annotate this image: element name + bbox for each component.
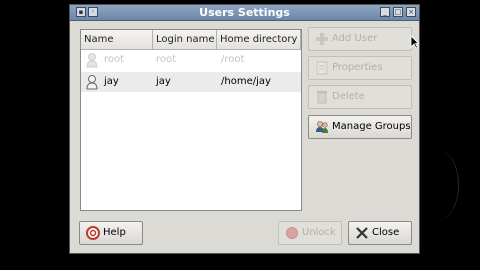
help-icon — [86, 226, 100, 240]
user-login: root — [156, 54, 177, 65]
window-title: Users Settings — [199, 6, 290, 19]
column-header-login-name[interactable]: Login name — [153, 30, 217, 50]
delete-button[interactable]: Delete — [308, 85, 412, 109]
group-icon — [316, 121, 328, 133]
close-icon[interactable]: × — [406, 7, 416, 17]
users-settings-window: ▪ ◦ Users Settings _ □ × Name Login name… — [69, 4, 420, 254]
user-avatar-icon — [86, 53, 98, 68]
table-row[interactable]: jay jay /home/jay — [81, 72, 301, 92]
desktop-background — [418, 150, 459, 220]
column-header-name[interactable]: Name — [81, 30, 153, 50]
mouse-pointer-icon — [410, 35, 419, 49]
unlock-icon — [286, 227, 298, 239]
properties-icon — [316, 61, 328, 75]
user-login: jay — [156, 76, 171, 87]
table-row[interactable]: root root /root — [81, 50, 301, 70]
close-x-icon — [356, 227, 368, 239]
maximize-icon[interactable]: □ — [393, 7, 403, 17]
user-home: /home/jay — [221, 76, 271, 87]
column-header-home-directory[interactable]: Home directory — [217, 30, 301, 50]
title-bar[interactable]: ▪ ◦ Users Settings _ □ × — [70, 5, 419, 21]
minimize-icon[interactable]: _ — [380, 7, 390, 17]
users-list[interactable]: Name Login name Home directory root root… — [80, 29, 302, 211]
user-name: root — [104, 54, 125, 65]
user-home: /root — [221, 54, 245, 65]
trash-icon — [317, 91, 327, 104]
add-icon — [316, 33, 328, 45]
user-name: jay — [104, 76, 119, 87]
help-button[interactable]: Help — [79, 221, 143, 245]
properties-button[interactable]: Properties — [308, 56, 412, 80]
close-button[interactable]: Close — [348, 221, 412, 245]
user-avatar-icon — [86, 75, 98, 90]
manage-groups-button[interactable]: Manage Groups — [308, 115, 412, 139]
unlock-button[interactable]: Unlock — [278, 221, 342, 245]
add-user-button[interactable]: Add User — [308, 27, 412, 51]
